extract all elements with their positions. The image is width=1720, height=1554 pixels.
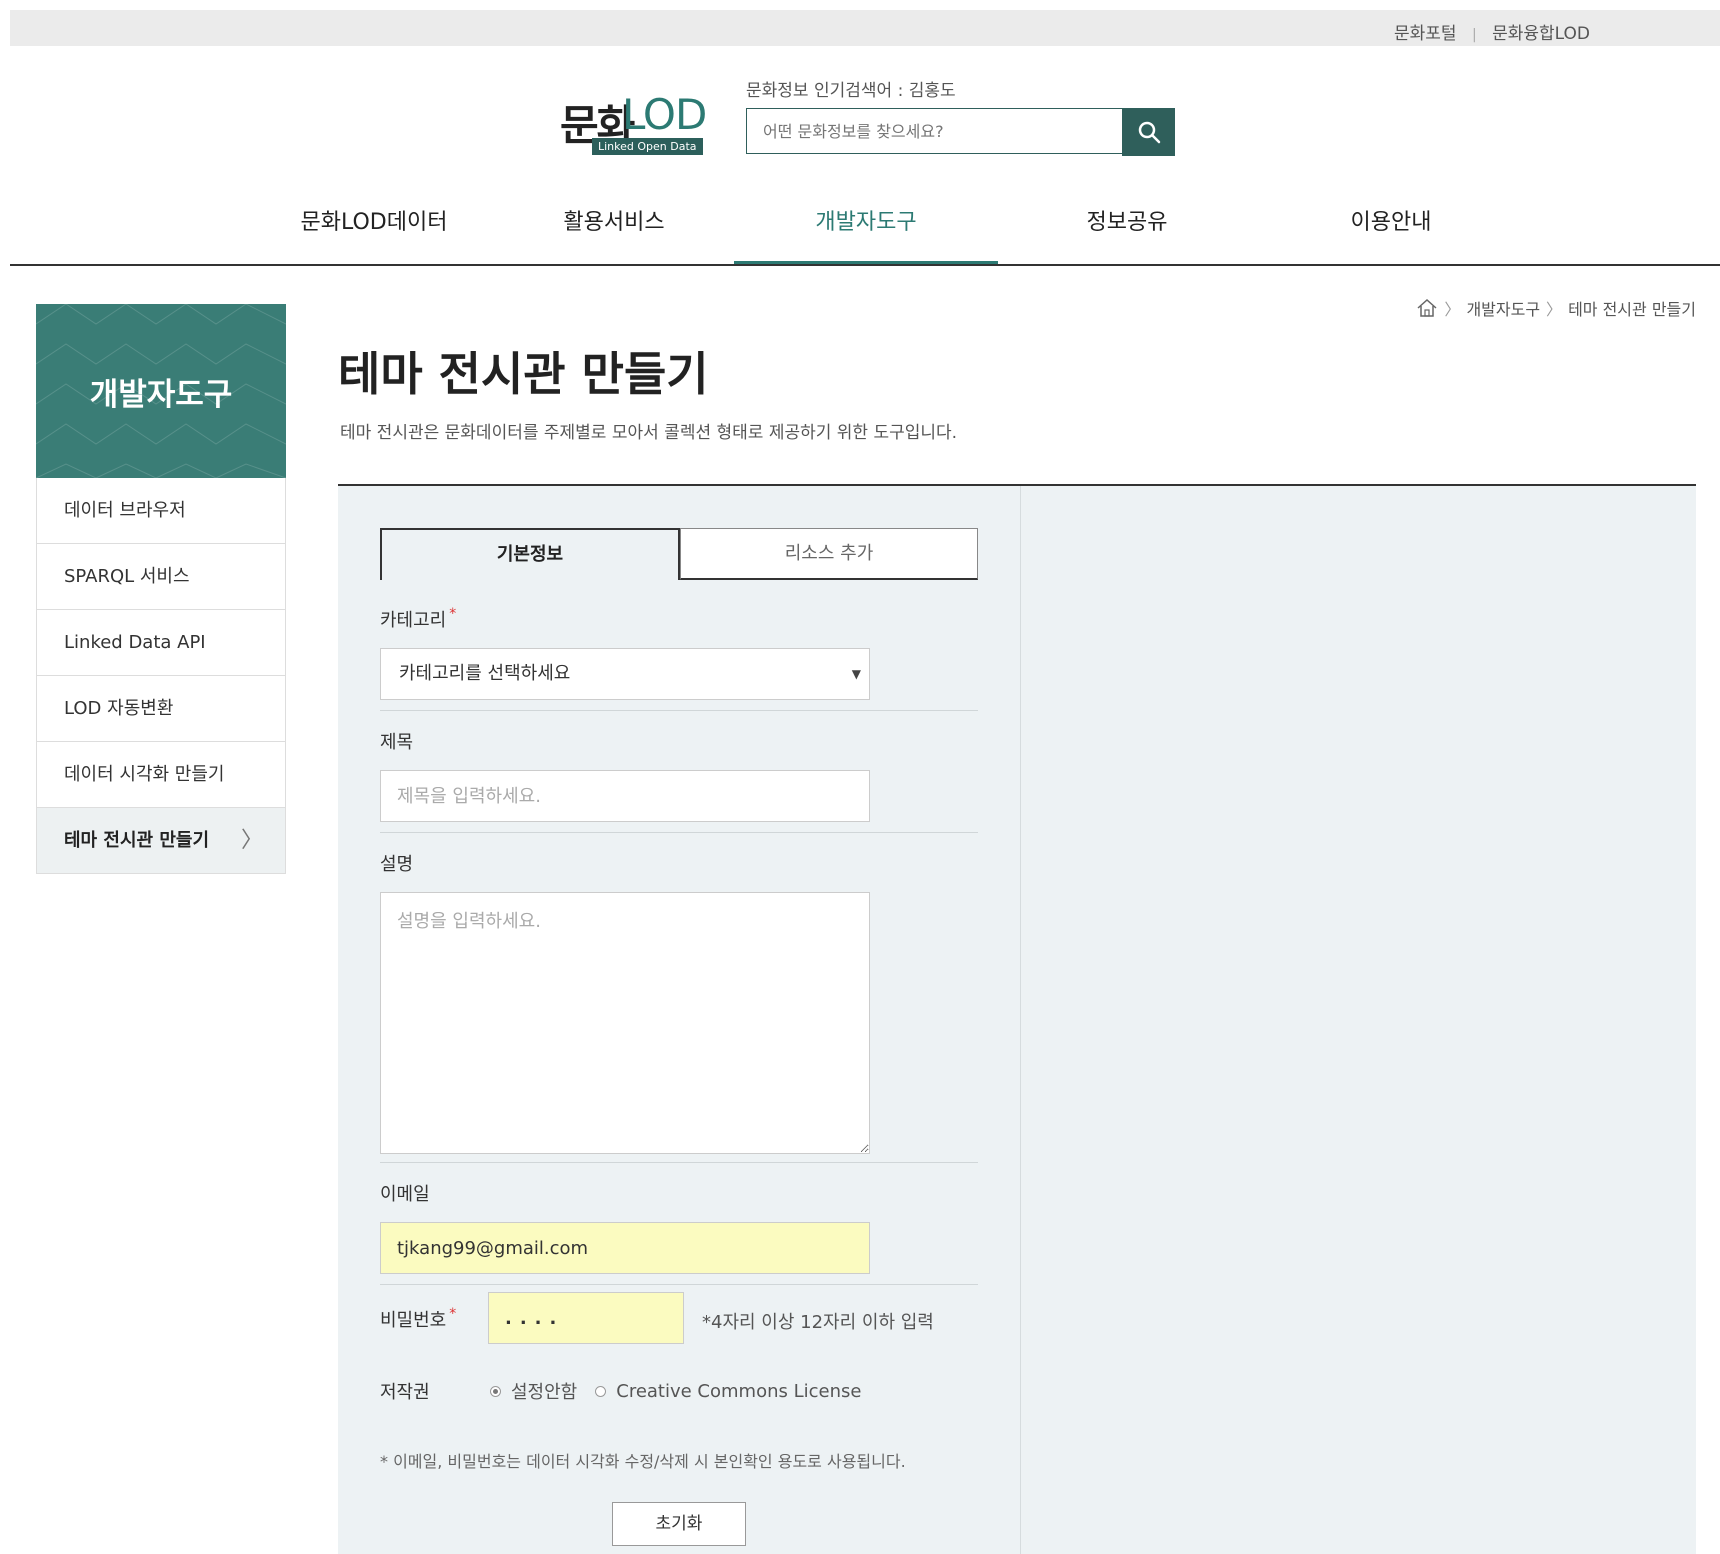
category-label-text: 카테고리 [380,610,447,631]
copyright-radio-group: 설정안함 Creative Commons License [490,1378,879,1404]
form-tabs: 기본정보 리소스 추가 [380,528,978,580]
radio-creative-commons[interactable]: Creative Commons License [595,1381,861,1402]
radio-selected-icon [490,1385,501,1397]
password-hint: *4자리 이상 12자리 이하 입력 [702,1312,934,1333]
sidebar-item-data-browser[interactable]: 데이터 브라우저 [36,478,286,544]
email-input[interactable] [380,1222,870,1274]
radio-no-setting-label: 설정안함 [511,1382,578,1403]
radio-creative-commons-label: Creative Commons License [616,1380,862,1402]
tab-basic-info[interactable]: 기본정보 [380,528,680,580]
sidebar-item-sparql[interactable]: SPARQL 서비스 [36,544,286,610]
breadcrumb-item-developer-tools[interactable]: 개발자도구 [1466,296,1540,320]
page-title: 테마 전시관 만들기 [338,347,709,401]
top-links: 문화포털 | 문화융합LOD [1394,19,1590,44]
sidebar-item-label: 테마 전시관 만들기 [64,830,210,851]
form-panel: 기본정보 리소스 추가 카테고리* 카테고리를 선택하세요 ▼ 제목 설명 이메… [338,484,1696,1554]
search-icon [1138,121,1160,144]
required-mark: * [449,1306,457,1322]
nav-item-guide[interactable]: 이용안내 [1259,200,1523,264]
row-divider [380,832,978,833]
title-input[interactable] [380,770,870,822]
category-selected-value: 카테고리를 선택하세요 [399,663,571,684]
row-divider [380,710,978,711]
breadcrumb-item-current: 테마 전시관 만들기 [1568,300,1696,319]
chevron-down-icon: ▼ [851,667,861,681]
category-select[interactable]: 카테고리를 선택하세요 ▼ [380,648,870,700]
site-logo[interactable]: 문화 LOD Linked Open Data [560,90,716,158]
search-button[interactable] [1122,108,1175,156]
popular-keywords[interactable]: 문화정보 인기검색어 : 김홍도 [746,76,956,101]
reset-button[interactable]: 초기화 [612,1502,746,1546]
description-textarea[interactable] [380,892,870,1154]
sidebar-header: 개발자도구 [36,304,286,478]
page-description: 테마 전시관은 문화데이터를 주제별로 모아서 콜렉션 형태로 제공하기 위한 … [340,423,958,443]
breadcrumb-separator: 〉 [1546,300,1563,319]
sidebar-item-linked-data-api[interactable]: Linked Data API [36,610,286,676]
copyright-label: 저작권 [380,1382,430,1403]
home-icon[interactable] [1416,298,1438,318]
top-links-separator: | [1471,27,1477,43]
sidebar-item-theme-exhibition[interactable]: 테마 전시관 만들기 〉 [36,808,286,874]
radio-no-setting[interactable]: 설정안함 [490,1378,577,1404]
sidebar-item-visualization[interactable]: 데이터 시각화 만들기 [36,742,286,808]
main-navigation: 문화LOD데이터 활용서비스 개발자도구 정보공유 이용안내 [10,200,1720,266]
portal-link[interactable]: 문화포털 [1394,24,1457,44]
search-input[interactable] [746,108,1122,154]
logo-lod-text: LOD [622,90,707,139]
nav-item-lod-data[interactable]: 문화LOD데이터 [242,200,506,264]
password-input[interactable] [488,1292,684,1344]
title-label: 제목 [380,732,414,753]
row-divider [380,1162,978,1163]
radio-unselected-icon [595,1385,607,1397]
sidebar-title: 개발자도구 [89,376,233,413]
breadcrumb-separator: 〉 [1444,300,1461,319]
tab-add-resource[interactable]: 리소스 추가 [680,528,978,580]
nav-item-services[interactable]: 활용서비스 [482,200,746,264]
password-label: 비밀번호 * [380,1306,456,1332]
sidebar-item-lod-convert[interactable]: LOD 자동변환 [36,676,286,742]
lod-link[interactable]: 문화융합LOD [1492,24,1590,44]
nav-item-info-share[interactable]: 정보공유 [995,200,1259,264]
panel-divider [1020,486,1021,1554]
email-label: 이메일 [380,1184,430,1205]
logo-tagline: Linked Open Data [592,138,703,155]
nav-item-developer-tools[interactable]: 개발자도구 [734,200,998,264]
description-label: 설명 [380,854,414,875]
password-label-text: 비밀번호 [380,1310,447,1331]
breadcrumb: 〉 개발자도구 〉 테마 전시관 만들기 [1416,296,1696,320]
chevron-right-icon: 〉 [240,828,263,853]
row-divider [380,1284,978,1285]
form-notice: * 이메일, 비밀번호는 데이터 시각화 수정/삭제 시 본인확인 용도로 사용… [380,1452,906,1471]
sidebar-menu: 데이터 브라우저 SPARQL 서비스 Linked Data API LOD … [36,478,286,874]
category-label: 카테고리 * [380,606,456,632]
required-mark: * [449,606,457,622]
top-utility-bar: 문화포털 | 문화융합LOD [10,10,1720,46]
